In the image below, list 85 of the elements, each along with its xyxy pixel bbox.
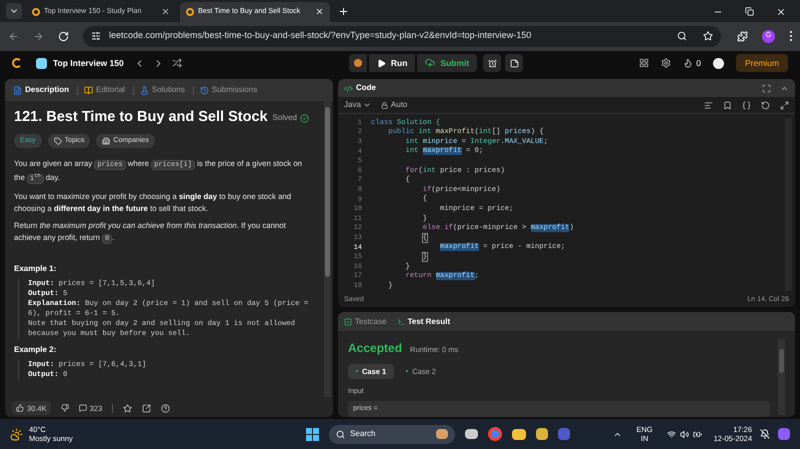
check-circle-icon — [300, 114, 309, 123]
code-icon — [344, 84, 353, 93]
solved-status: Solved — [272, 112, 297, 124]
lock-icon — [380, 102, 388, 109]
close-icon[interactable] — [315, 7, 324, 16]
streak-count: 0 — [696, 57, 701, 70]
start-icon[interactable] — [306, 428, 320, 441]
alarm-clock-icon — [488, 58, 497, 68]
thumbs-down-icon[interactable] — [60, 404, 69, 412]
shuffle-icon[interactable] — [172, 58, 182, 68]
panel-tab[interactable]: Testcase — [344, 316, 387, 328]
document-icon — [13, 86, 22, 95]
checkbox-icon — [344, 318, 352, 326]
expand-icon[interactable] — [780, 100, 789, 110]
panel-tab[interactable]: Test Result — [396, 316, 450, 328]
study-plan-title[interactable]: Top Interview 150 — [53, 57, 124, 70]
search-icon[interactable] — [677, 31, 687, 42]
search-placeholder: Search — [350, 428, 376, 440]
extensions-icon[interactable] — [737, 30, 748, 42]
leetcode-logo-icon — [186, 8, 194, 16]
flame-icon — [683, 58, 694, 68]
restore-icon[interactable] — [745, 7, 754, 16]
search-icon — [336, 430, 346, 439]
panel-tab[interactable]: Description — [11, 84, 72, 96]
panel-tab[interactable]: Editorial — [82, 84, 127, 96]
tag-icon — [54, 137, 62, 146]
settings-icon[interactable] — [661, 58, 672, 68]
problem-title: 121. Best Time to Buy and Sell Stock — [14, 108, 268, 128]
bookmark-icon[interactable] — [723, 100, 732, 110]
layout-icon[interactable] — [639, 58, 650, 68]
timer-button[interactable] — [483, 54, 502, 72]
site-settings-icon[interactable] — [91, 31, 101, 42]
user-avatar[interactable] — [712, 58, 724, 69]
bookmark-star-icon[interactable] — [703, 31, 713, 42]
example-title: Example 2: — [14, 344, 58, 356]
history-icon — [200, 86, 209, 95]
format-icon[interactable] — [704, 100, 713, 110]
battery-icon[interactable] — [692, 430, 702, 439]
browser-app-icon[interactable] — [488, 427, 502, 442]
notification-icon[interactable] — [760, 429, 770, 440]
premium-button[interactable]: Premium — [736, 54, 788, 72]
note-icon — [510, 58, 519, 68]
submit-button[interactable]: Submit — [417, 54, 478, 72]
share-icon[interactable] — [142, 404, 152, 413]
taskbar-search-field[interactable]: Search — [329, 424, 456, 444]
leetcode-logo-icon[interactable] — [12, 58, 22, 68]
back-icon[interactable] — [8, 30, 19, 42]
scrollbar[interactable] — [778, 338, 785, 416]
cloud-upload-icon — [425, 58, 436, 68]
thumbs-up-icon — [16, 404, 24, 412]
terminal-icon — [396, 318, 405, 326]
forward-icon[interactable] — [33, 30, 44, 42]
fullscreen-icon[interactable] — [762, 84, 771, 93]
language-dropdown[interactable]: Java — [344, 99, 371, 112]
more-icon[interactable] — [789, 31, 792, 42]
scrollbar[interactable] — [324, 101, 331, 398]
new-tab-icon[interactable] — [338, 6, 349, 17]
panel-tab[interactable]: Submissions — [198, 84, 260, 96]
undo-icon[interactable] — [761, 100, 770, 110]
flask-icon — [140, 86, 149, 95]
building-icon — [102, 137, 110, 146]
panel-title: Code — [356, 82, 376, 94]
notes-button[interactable] — [505, 54, 524, 72]
example-title: Example 1: — [14, 263, 58, 276]
tab-search-button[interactable] — [6, 2, 22, 19]
wifi-icon[interactable] — [666, 430, 676, 439]
star-icon[interactable] — [123, 404, 132, 413]
close-icon[interactable] — [161, 7, 170, 16]
close-icon[interactable] — [776, 6, 786, 17]
address-bar[interactable]: leetcode.com/problems/best-time-to-buy-and-sell-stock/?envType=study-plan-v2&envId=top-interview-150 — [83, 26, 721, 47]
debug-button[interactable] — [348, 54, 367, 72]
verdict-text: Accepted — [348, 340, 402, 357]
url-text: leetcode.com/problems/best-time-to-buy-and-sell-stock/?envType=study-plan-v2&envId=top-interview-150 — [109, 29, 532, 42]
play-icon — [376, 58, 386, 68]
mode-label: Auto — [390, 99, 408, 112]
help-icon[interactable] — [161, 404, 170, 413]
run-button[interactable]: Run — [368, 54, 416, 72]
weather-icon — [10, 428, 23, 441]
book-icon — [84, 86, 94, 95]
reload-icon[interactable] — [58, 30, 69, 42]
comment-icon — [78, 404, 87, 412]
panel-tab[interactable]: Solutions — [138, 84, 187, 96]
speaker-icon[interactable] — [680, 430, 689, 439]
leetcode-logo-icon — [32, 8, 40, 16]
braces-icon[interactable] — [742, 100, 751, 110]
